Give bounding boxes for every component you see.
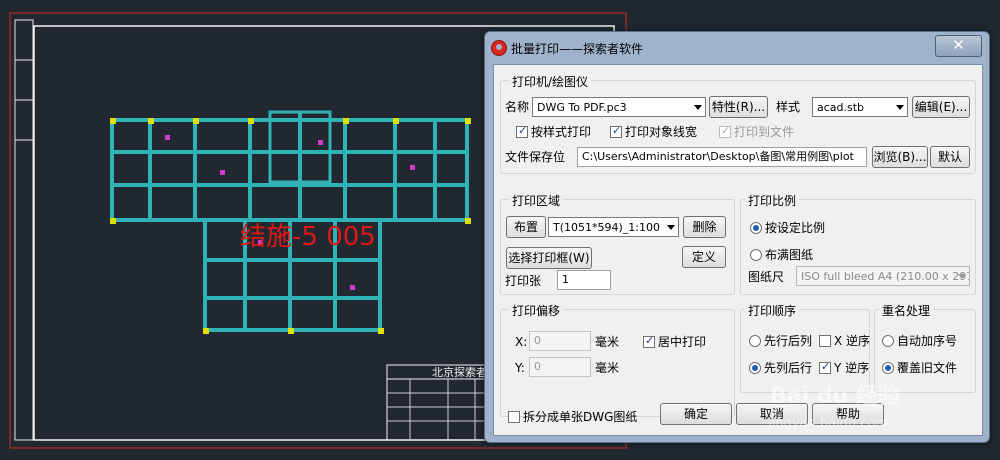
offset-y-input[interactable]: 0 [529, 357, 591, 377]
y-reverse-label[interactable]: Y 逆序 [834, 361, 869, 375]
baidu-watermark-url: jingyan.baidu.com [768, 416, 888, 431]
plot-frame-value: T(1051*594)_1:100 [553, 221, 660, 234]
offset-x-label: X: [515, 335, 528, 349]
auto-number-label[interactable]: 自动加序号 [897, 334, 957, 348]
title-block-company: 北京探索者 [432, 365, 487, 379]
copies-input[interactable]: 1 [557, 270, 611, 290]
dialog-title: 批量打印——探索者软件 [511, 42, 644, 56]
chevron-down-icon [694, 105, 702, 110]
by-scale-label[interactable]: 按设定比例 [765, 221, 825, 235]
split-dwg-checkbox[interactable] [508, 411, 520, 423]
define-button[interactable]: 定义 [682, 246, 726, 268]
plot-frame-select[interactable]: T(1051*594)_1:100 [548, 217, 679, 237]
copies-label: 打印张 [505, 274, 542, 288]
paper-size-select[interactable]: ISO full bleed A4 (210.00 x 297.0 [796, 266, 970, 286]
col-first-radio[interactable] [749, 362, 761, 374]
paper-size-label: 图纸尺 [748, 270, 785, 284]
fit-paper-radio[interactable] [750, 249, 762, 261]
offset-y-unit: 毫米 [595, 361, 620, 375]
batch-plot-dialog: 批量打印——探索者软件 ✕ 打印机/绘图仪 名称 DWG To PDF.pc3 … [484, 31, 990, 443]
default-button[interactable]: 默认 [930, 146, 970, 168]
baidu-watermark-logo: Bai du 经验 [770, 384, 900, 409]
delete-frame-button[interactable]: 删除 [683, 216, 726, 238]
col-first-label[interactable]: 先列后行 [764, 361, 812, 375]
x-reverse-label[interactable]: X 逆序 [834, 334, 870, 348]
printer-name-value: DWG To PDF.pc3 [537, 101, 627, 114]
paper-size-value: ISO full bleed A4 (210.00 x 297.0 [801, 270, 970, 283]
drawing-label: 结施-5 005 [240, 222, 376, 252]
printer-name-label: 名称 [505, 100, 530, 114]
x-reverse-checkbox[interactable] [819, 335, 831, 347]
center-plot-checkbox[interactable] [643, 334, 655, 348]
chevron-down-icon [896, 105, 904, 110]
properties-button[interactable]: 特性(R)... [709, 96, 768, 118]
plot-with-styles-checkbox[interactable] [516, 124, 528, 138]
chevron-down-icon [667, 225, 675, 230]
browse-button[interactable]: 浏览(B)... [872, 146, 928, 168]
split-dwg-label[interactable]: 拆分成单张DWG图纸 [523, 410, 637, 424]
duplicate-name-group-label: 重名处理 [879, 302, 934, 319]
plot-scale-group-label: 打印比例 [745, 192, 800, 209]
offset-x-input[interactable]: 0 [529, 331, 591, 351]
y-reverse-checkbox[interactable] [819, 360, 831, 374]
plot-with-styles-label[interactable]: 按样式打印 [531, 125, 591, 139]
row-first-radio[interactable] [749, 335, 761, 347]
overwrite-radio[interactable] [882, 362, 894, 374]
center-plot-label[interactable]: 居中打印 [658, 335, 706, 349]
app-logo-icon [491, 40, 507, 56]
close-button[interactable]: ✕ [935, 35, 982, 57]
select-frame-button[interactable]: 选择打印框(W) [506, 247, 592, 269]
dialog-client-area: 打印机/绘图仪 名称 DWG To PDF.pc3 特性(R)... 样式 ac… [493, 64, 983, 436]
row-first-label[interactable]: 先行后列 [764, 334, 812, 348]
overwrite-label[interactable]: 覆盖旧文件 [897, 361, 957, 375]
save-location-label: 文件保存位 [505, 150, 566, 164]
plot-to-file-checkbox [719, 124, 731, 138]
edit-style-button[interactable]: 编辑(E)... [912, 96, 970, 118]
offset-x-unit: 毫米 [595, 335, 620, 349]
by-scale-radio[interactable] [750, 222, 762, 234]
save-location-input[interactable]: C:\Users\Administrator\Desktop\备图\常用例图\p… [577, 147, 867, 167]
plot-to-file-label: 打印到文件 [734, 125, 795, 139]
plot-lineweights-checkbox[interactable] [610, 124, 622, 138]
plot-lineweights-label[interactable]: 打印对象线宽 [625, 125, 697, 139]
plot-area-group-label: 打印区域 [509, 192, 564, 209]
plot-style-value: acad.stb [817, 101, 865, 114]
fit-paper-label[interactable]: 布满图纸 [765, 248, 813, 262]
style-label: 样式 [776, 100, 801, 114]
ok-button[interactable]: 确定 [660, 403, 732, 425]
plot-order-group-label: 打印顺序 [745, 302, 800, 319]
plot-offset-group-label: 打印偏移 [509, 302, 564, 319]
layout-button[interactable]: 布置 [506, 216, 546, 238]
chevron-down-icon [958, 274, 966, 279]
dialog-titlebar[interactable]: 批量打印——探索者软件 ✕ [485, 32, 989, 62]
offset-y-label: Y: [515, 361, 525, 375]
auto-number-radio[interactable] [882, 335, 894, 347]
printer-group-label: 打印机/绘图仪 [509, 73, 592, 90]
plot-style-select[interactable]: acad.stb [812, 97, 908, 117]
printer-name-select[interactable]: DWG To PDF.pc3 [532, 97, 706, 117]
